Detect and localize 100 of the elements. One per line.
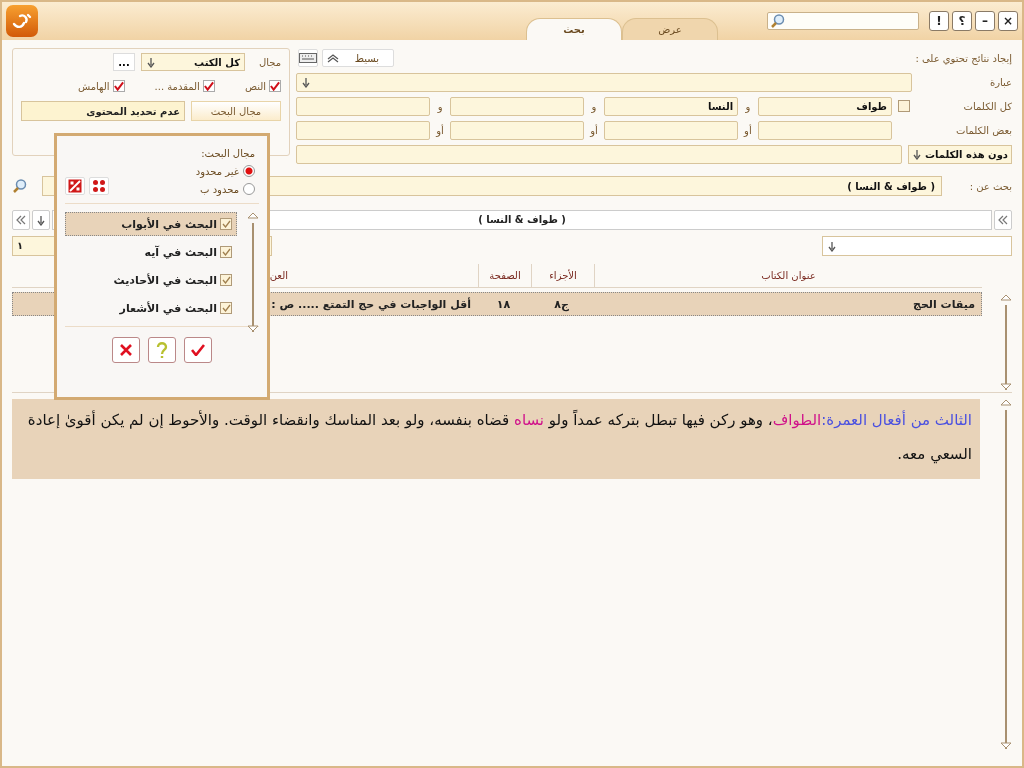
double-chevron-icon (996, 214, 1010, 226)
down-arrow-icon[interactable] (301, 76, 311, 88)
checkbox[interactable] (269, 80, 281, 92)
table-cell-text: ج٨ (553, 296, 570, 314)
field-label: بعض الكلمات (955, 124, 1012, 136)
exclude-field[interactable] (296, 144, 902, 164)
keyboard-button[interactable] (298, 49, 318, 67)
checkbox-label: المقدمة ... (154, 80, 200, 92)
checkbox[interactable] (202, 80, 215, 92)
scrollbar[interactable] (247, 212, 259, 332)
checkbox-label: الهامش (77, 80, 110, 92)
radio-label: محدود ب (200, 183, 239, 195)
field-value: طواف (856, 100, 887, 112)
column-header[interactable]: الأجزاء (531, 264, 594, 287)
ok-button[interactable] (184, 337, 212, 363)
word-field[interactable]: النسا (603, 96, 739, 116)
word-field[interactable]: طواف (757, 96, 892, 116)
radio-button[interactable] (243, 183, 255, 195)
down-arrow-icon (912, 148, 922, 160)
tab[interactable]: عرض (622, 18, 718, 40)
field-value: ( طواف & النسا ) (847, 180, 935, 192)
radio-button[interactable] (243, 165, 255, 177)
checkbox-label: النص (244, 80, 266, 92)
checkbox[interactable] (220, 246, 232, 258)
checkbox[interactable] (220, 302, 232, 314)
scrollbar[interactable] (1000, 294, 1012, 390)
double-chevron-icon (327, 53, 339, 63)
word-field[interactable] (295, 120, 431, 140)
window-button[interactable]: ؟ (952, 11, 972, 31)
previous-button[interactable] (994, 210, 1012, 230)
checkbox[interactable] (898, 100, 910, 112)
column-header[interactable]: الصفحة (478, 264, 531, 287)
filter-dropdown[interactable] (822, 236, 1012, 256)
field-label: بحث عن : (968, 180, 1012, 192)
passage-text: الثالث من أفعال العمرة:الطواف، وهو ركن فيها تبطل بتركه عمداً ولو نساه قضاه بنفسه، ولو بعد المناسك وانقضاء الوقت. والأحوط إن لم يكن أقوىٰ إعادة السعي معه. (12, 399, 980, 479)
column-header[interactable]: عنوان الكتاب (594, 264, 982, 287)
checkbox[interactable] (112, 80, 125, 92)
search-icon[interactable] (12, 178, 28, 194)
exclude-dropdown[interactable]: دون هذه الكلمات (908, 144, 1012, 164)
double-chevron-icon (14, 214, 28, 226)
scope-value-field: عدم تحديد المحتوى (21, 101, 185, 121)
window-button[interactable]: – (975, 11, 995, 31)
joiner-label: و (590, 100, 598, 112)
field-value: النسا (707, 100, 734, 112)
scope-dropdown[interactable]: كل الكتب (141, 53, 245, 71)
word-field[interactable] (449, 120, 585, 140)
list-item[interactable]: البحث في الأحاديث (65, 268, 237, 292)
word-field[interactable] (603, 120, 739, 140)
search-icon (770, 13, 786, 29)
word-field[interactable] (449, 96, 585, 116)
search-field[interactable] (767, 12, 919, 30)
scrollbar[interactable] (1000, 399, 1012, 749)
list-item[interactable]: البحث في آيه (65, 240, 237, 264)
question-mark-icon (156, 342, 168, 358)
field-label: مجال (257, 56, 281, 68)
joiner-label: أو (588, 124, 599, 136)
list-item-label: البحث في الأشعار (119, 301, 217, 315)
down-arrow-icon (827, 240, 837, 252)
checkbox[interactable] (220, 218, 232, 230)
phrase-field[interactable] (296, 72, 912, 92)
mode-dropdown[interactable]: بسيط (322, 49, 394, 67)
window-button[interactable]: ! (929, 11, 949, 31)
scope-button[interactable]: مجال البحث (191, 101, 281, 121)
dropdown-value: كل الكتب (194, 56, 240, 68)
next-button[interactable] (12, 210, 30, 230)
window-button[interactable]: × (998, 11, 1018, 31)
joiner-label: و (436, 100, 444, 112)
help-button[interactable] (148, 337, 176, 363)
more-button[interactable]: ... (113, 53, 135, 71)
cancel-button[interactable] (112, 337, 140, 363)
mode-value: بسيط (354, 52, 379, 64)
clear-selection-button[interactable] (65, 177, 85, 195)
down-arrow-icon (36, 214, 46, 226)
select-all-button[interactable] (89, 177, 109, 195)
checkbox[interactable] (220, 274, 232, 286)
form-heading: إيجاد نتائج تحتوي على : (916, 52, 1012, 64)
joiner-label: و (744, 100, 752, 112)
list-item-label: البحث في الأبواب (121, 217, 217, 231)
app-logo-icon (6, 5, 38, 37)
table-cell-text: ميقات الحج (912, 296, 976, 313)
tab[interactable]: بحث (526, 18, 622, 40)
dots-icon (92, 179, 106, 193)
word-field[interactable] (757, 120, 892, 140)
keyboard-icon (299, 53, 317, 63)
field-label: كل الكلمات (962, 100, 1012, 112)
table-cell-text: أقل الواجبات في حج التمتع ..... ص : (270, 296, 472, 313)
percent-icon (68, 179, 82, 193)
joiner-label: أو (742, 124, 753, 136)
joiner-label: أو (434, 124, 445, 136)
down-button[interactable] (32, 210, 50, 230)
close-icon (120, 344, 132, 356)
field-label: عبارة (988, 76, 1012, 88)
down-arrow-icon (146, 56, 156, 68)
popup-title: مجال البحث: (200, 148, 256, 159)
word-field[interactable] (295, 96, 431, 116)
checkmark-icon (191, 344, 205, 356)
list-item[interactable]: البحث في الأبواب (65, 212, 237, 236)
table-cell-text: ١٨ (495, 296, 512, 313)
dropdown-value: دون هذه الكلمات (924, 148, 1008, 160)
list-item-label: البحث في آيه (144, 245, 217, 259)
